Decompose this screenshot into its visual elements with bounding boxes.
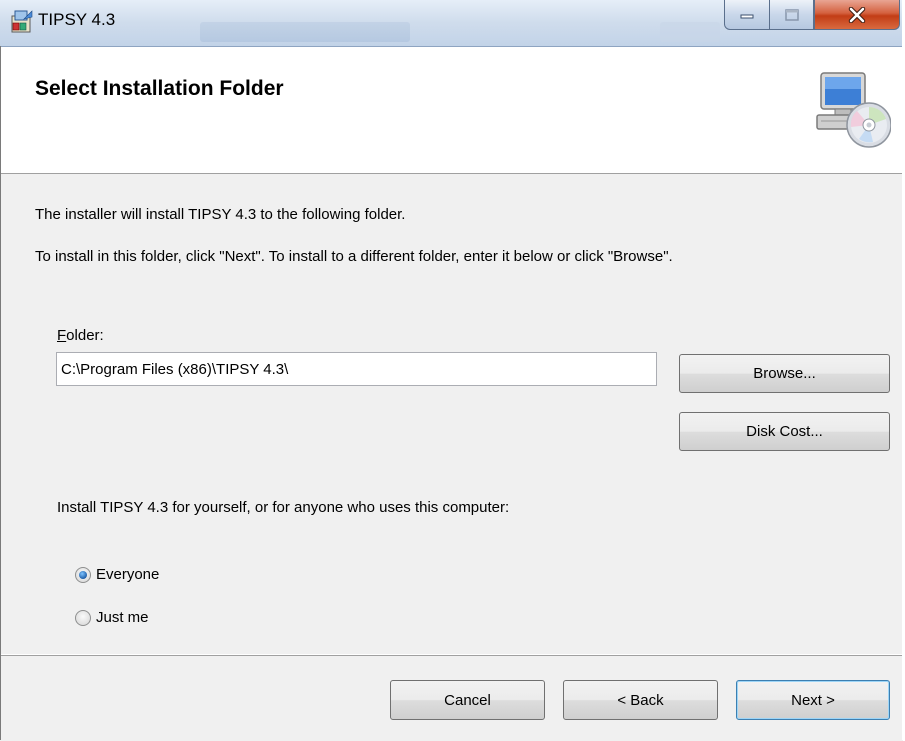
computer-disc-icon: [816, 72, 891, 148]
maximize-button[interactable]: [770, 0, 814, 30]
folder-label-text: older:: [66, 327, 104, 344]
background-window-tab: [660, 22, 720, 42]
intro-text: The installer will install TIPSY 4.3 to …: [35, 206, 406, 223]
just-me-radio[interactable]: [75, 610, 91, 626]
folder-label: Folder:: [57, 327, 104, 344]
folder-path-input[interactable]: [56, 352, 657, 386]
minimize-button[interactable]: [724, 0, 770, 30]
installer-app-icon: [11, 10, 33, 33]
cancel-button[interactable]: Cancel: [390, 680, 545, 720]
option-everyone[interactable]: Everyone: [75, 564, 215, 586]
everyone-label: Everyone: [96, 566, 160, 583]
close-button[interactable]: [814, 0, 900, 30]
option-just-me[interactable]: Just me: [75, 607, 215, 629]
instructions-text: To install in this folder, click "Next".…: [35, 248, 673, 265]
next-button[interactable]: Next >: [736, 680, 890, 720]
back-button[interactable]: < Back: [563, 680, 718, 720]
button-bar: Cancel < Back Next >: [0, 655, 903, 741]
title-bar[interactable]: TIPSY 4.3: [0, 0, 903, 47]
header-banner: Select Installation Folder: [0, 47, 903, 174]
window-title: TIPSY 4.3: [38, 10, 116, 29]
install-scope-question: Install TIPSY 4.3 for yourself, or for a…: [57, 499, 510, 516]
just-me-label: Just me: [96, 609, 149, 626]
minimize-icon: [740, 14, 754, 18]
page-title: Select Installation Folder: [35, 77, 284, 100]
maximize-icon: [784, 8, 799, 21]
browse-button[interactable]: Browse...: [679, 354, 890, 393]
close-icon: [848, 6, 866, 23]
background-window-tab: [200, 22, 410, 42]
folder-label-accelerator: F: [57, 327, 67, 344]
installer-window: TIPSY 4.3 Select Installation Folder The…: [0, 0, 903, 741]
everyone-radio[interactable]: [75, 567, 91, 583]
window-border: [0, 46, 1, 740]
disk-cost-button[interactable]: Disk Cost...: [679, 412, 890, 451]
dialog-content: The installer will install TIPSY 4.3 to …: [0, 174, 903, 654]
